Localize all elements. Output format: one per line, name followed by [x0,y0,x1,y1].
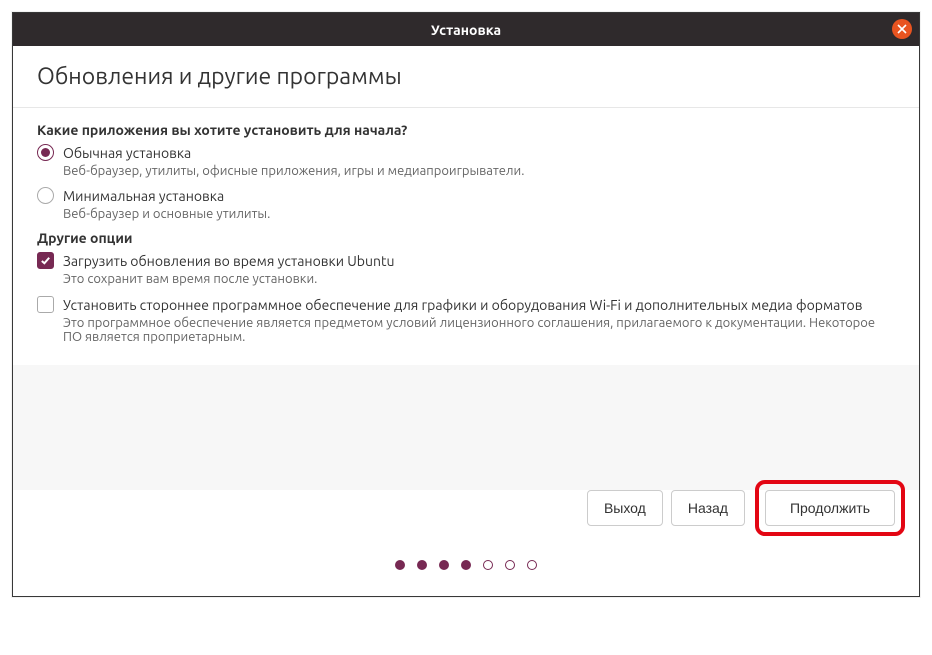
other-options-label: Другие опции [37,230,895,246]
radio-icon [37,187,54,204]
radio-normal-desc: Веб-браузер, утилиты, офисные приложения… [63,164,895,178]
radio-minimal-label: Минимальная установка [63,188,224,204]
progress-dot [461,560,471,570]
page-title: Обновления и другие программы [37,64,895,89]
checkbox-updates-desc: Это сохранит вам время после установки. [63,272,895,286]
checkbox-third-party[interactable]: Установить стороннее программное обеспеч… [37,296,895,313]
button-row: Выход Назад Продолжить [37,490,895,526]
content-area: Обновления и другие программы Какие прил… [13,46,919,365]
radio-minimal-desc: Веб-браузер и основные утилиты. [63,207,895,221]
checkbox-download-updates[interactable]: Загрузить обновления во время установки … [37,252,895,269]
continue-highlight: Продолжить [755,480,905,536]
progress-dot [417,560,427,570]
checkbox-icon [37,296,54,313]
checkbox-updates-label: Загрузить обновления во время установки … [63,253,394,269]
progress-dot [483,560,493,570]
footer: Выход Назад Продолжить [13,490,919,596]
divider [13,107,919,108]
checkbox-icon [37,252,54,269]
progress-dot [439,560,449,570]
quit-button[interactable]: Выход [587,490,663,526]
checkbox-thirdparty-desc: Это программное обеспечение является пре… [63,316,895,344]
close-icon [897,24,907,34]
progress-dot [395,560,405,570]
checkmark-icon [40,255,51,266]
apps-question: Какие приложения вы хотите установить дл… [37,122,895,138]
titlebar: Установка [13,13,919,46]
checkbox-thirdparty-label: Установить стороннее программное обеспеч… [63,297,862,313]
window-title: Установка [431,22,501,38]
radio-minimal-install[interactable]: Минимальная установка [37,187,895,204]
continue-button[interactable]: Продолжить [765,490,895,526]
back-button[interactable]: Назад [671,490,745,526]
close-button[interactable] [892,19,912,39]
progress-dots [37,560,895,570]
radio-normal-label: Обычная установка [63,145,191,161]
installer-window: Установка Обновления и другие программы … [12,12,920,597]
progress-dot [527,560,537,570]
progress-dot [505,560,515,570]
radio-icon [37,144,54,161]
radio-normal-install[interactable]: Обычная установка [37,144,895,161]
